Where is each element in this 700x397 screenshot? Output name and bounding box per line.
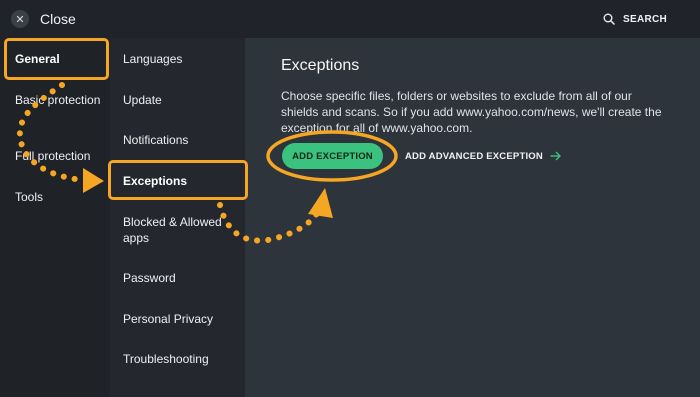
submenu-item-notifications[interactable]: Notifications [123,132,188,148]
sidebar-item-basic-protection[interactable]: Basic protection [15,93,105,108]
submenu-item-update[interactable]: Update [123,92,162,108]
arrow-right-icon [550,151,561,161]
page-title: Exceptions [281,57,360,74]
add-advanced-exception-label: ADD ADVANCED EXCEPTION [405,150,543,162]
top-bar: ✕ Close SEARCH [0,0,700,38]
submenu-item-personal-privacy[interactable]: Personal Privacy [123,311,213,327]
sidebar-item-tools[interactable]: Tools [15,190,43,205]
submenu-item-languages[interactable]: Languages [123,51,182,67]
search-icon [603,13,615,25]
add-exception-label: ADD EXCEPTION [292,150,373,162]
general-highlight-box [4,38,109,80]
add-advanced-exception-button[interactable]: ADD ADVANCED EXCEPTION [405,149,561,163]
close-icon[interactable]: ✕ [11,10,29,28]
sidebar-item-full-protection[interactable]: Full protection [15,149,90,164]
search-button[interactable]: SEARCH [603,11,667,27]
search-label: SEARCH [623,13,668,25]
exceptions-description: Choose specific files, folders or websit… [281,89,662,135]
submenu-item-troubleshooting[interactable]: Troubleshooting [123,351,209,367]
close-label[interactable]: Close [40,11,76,27]
submenu-item-password[interactable]: Password [123,270,176,286]
sidebar [0,38,110,397]
exceptions-highlight-box [108,160,248,200]
submenu-item-blocked-allowed-apps[interactable]: Blocked & Allowed apps [123,214,229,246]
add-exception-button[interactable]: ADD EXCEPTION [282,143,383,169]
